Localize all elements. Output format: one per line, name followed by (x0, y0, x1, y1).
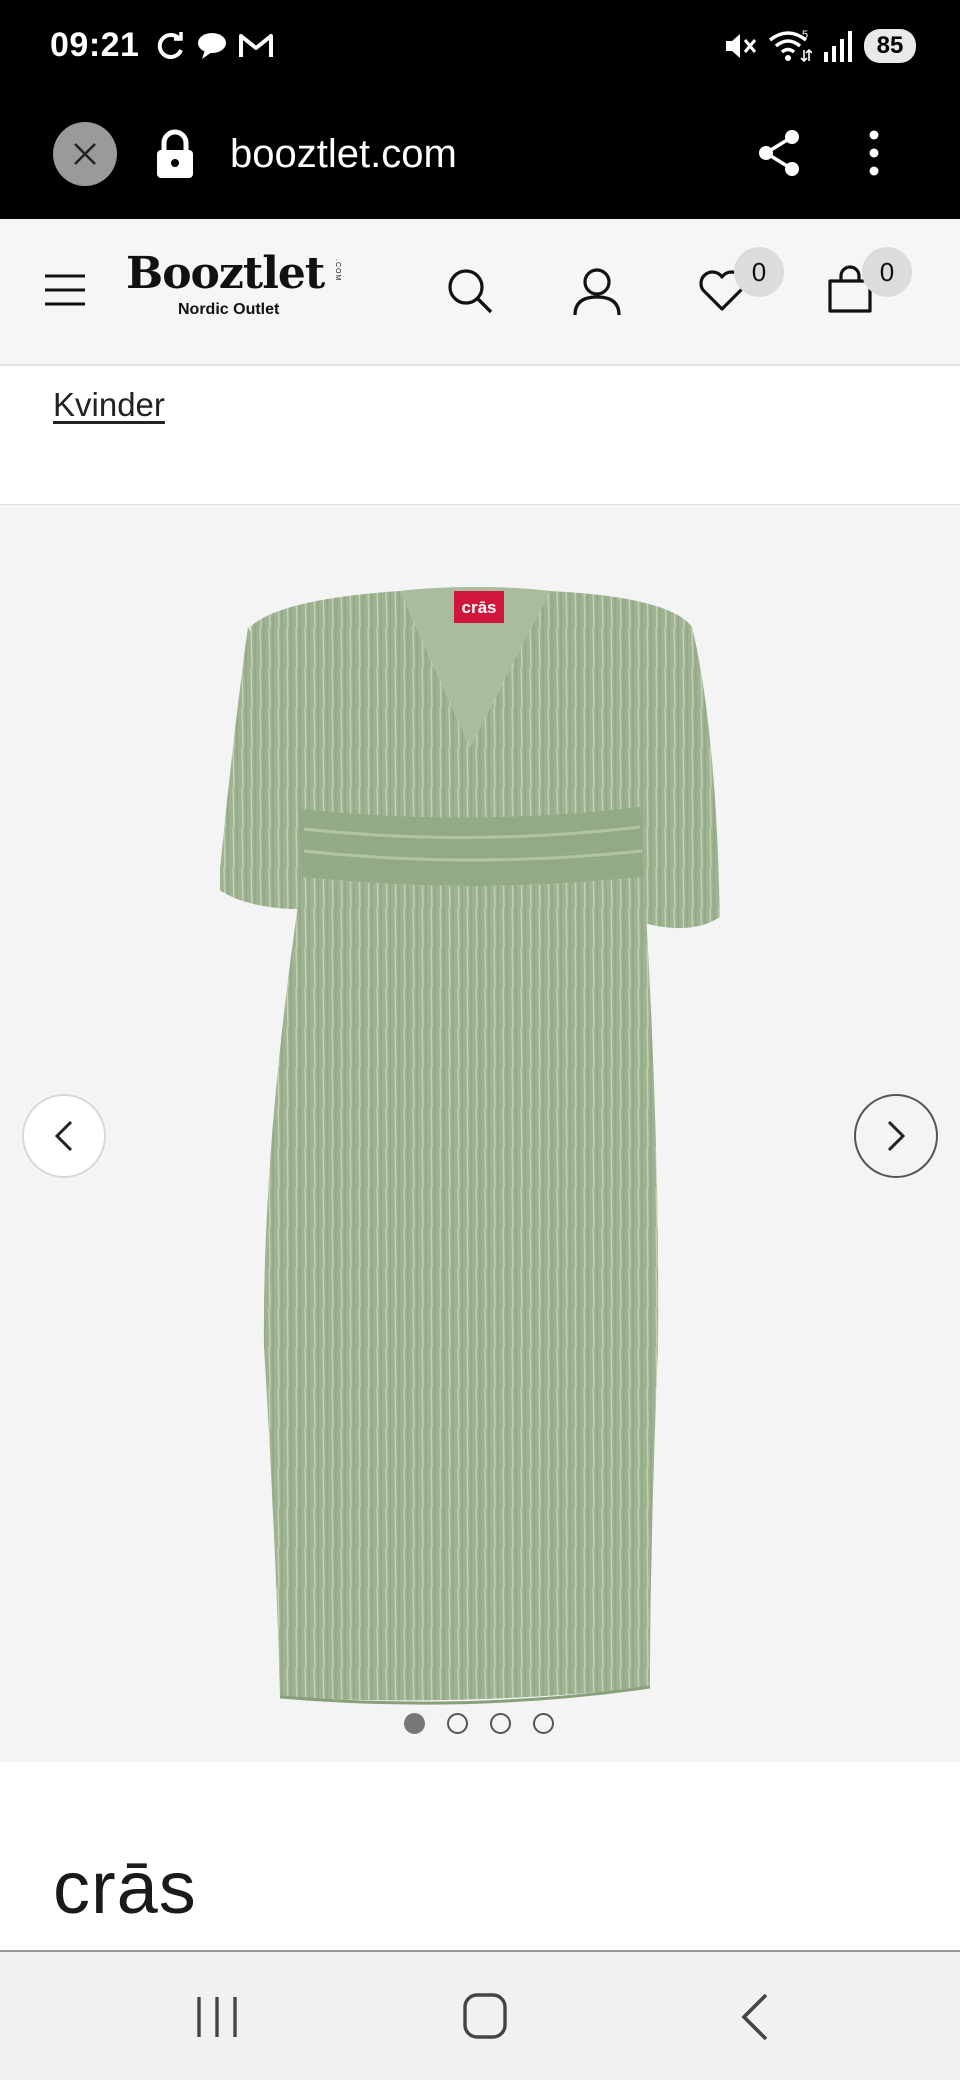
home-icon[interactable] (462, 1992, 508, 2040)
system-navigation-bar (0, 1950, 960, 2080)
carousel-dot-3[interactable] (490, 1713, 511, 1734)
signal-icon (824, 31, 852, 62)
carousel-dot-1[interactable] (404, 1713, 425, 1734)
recent-apps-icon[interactable] (194, 1994, 240, 2040)
garment-label-text: crās (462, 598, 497, 617)
share-icon[interactable] (756, 128, 802, 178)
chevron-left-icon (54, 1120, 73, 1152)
carousel-dot-2[interactable] (447, 1713, 468, 1734)
more-options-icon[interactable] (868, 128, 880, 178)
carousel-next-button[interactable] (854, 1094, 938, 1178)
logo-wordmark: Booztlet (126, 248, 325, 299)
product-image[interactable]: crās (220, 547, 740, 1717)
site-header: Booztlet .COM Nordic Outlet 0 0 (0, 219, 960, 366)
svg-text:5: 5 (802, 29, 808, 41)
mute-icon (726, 34, 757, 58)
carousel-pagination (404, 1713, 554, 1734)
chevron-right-icon (887, 1120, 906, 1152)
brand-name[interactable]: crās (53, 1848, 197, 1928)
status-time: 09:21 (50, 26, 140, 64)
back-icon[interactable] (738, 1992, 772, 2042)
logo-dotcom: .COM (334, 259, 341, 282)
close-tab-button[interactable] (53, 122, 117, 186)
lock-icon (157, 129, 193, 178)
brand-section: crās (0, 1762, 960, 1950)
chat-bubble-icon (198, 33, 226, 59)
hamburger-menu-icon[interactable] (44, 273, 86, 307)
status-bar: 09:21 5 85 (0, 0, 960, 98)
breadcrumb: Kvinder (0, 366, 960, 506)
account-icon[interactable] (572, 267, 622, 317)
logo-tagline: Nordic Outlet (178, 301, 280, 318)
wishlist-count-badge: 0 (734, 247, 784, 297)
product-image-gallery: crās (0, 507, 960, 1762)
close-icon (74, 143, 96, 165)
carousel-previous-button[interactable] (22, 1094, 106, 1178)
cart-count-badge: 0 (862, 247, 912, 297)
status-notification-icons (154, 30, 274, 62)
wifi-icon: 5 (768, 29, 812, 63)
breadcrumb-link-kvinder[interactable]: Kvinder (53, 386, 165, 424)
battery-indicator: 85 (864, 29, 916, 63)
search-icon[interactable] (446, 267, 494, 315)
site-logo[interactable]: Booztlet .COM Nordic Outlet (126, 249, 346, 319)
browser-toolbar: booztlet.com (0, 98, 960, 219)
url-bar[interactable]: booztlet.com (230, 132, 457, 177)
sync-icon (157, 32, 183, 59)
status-system-icons: 5 85 (722, 28, 916, 64)
carousel-dot-4[interactable] (533, 1713, 554, 1734)
gmail-icon (239, 34, 273, 57)
